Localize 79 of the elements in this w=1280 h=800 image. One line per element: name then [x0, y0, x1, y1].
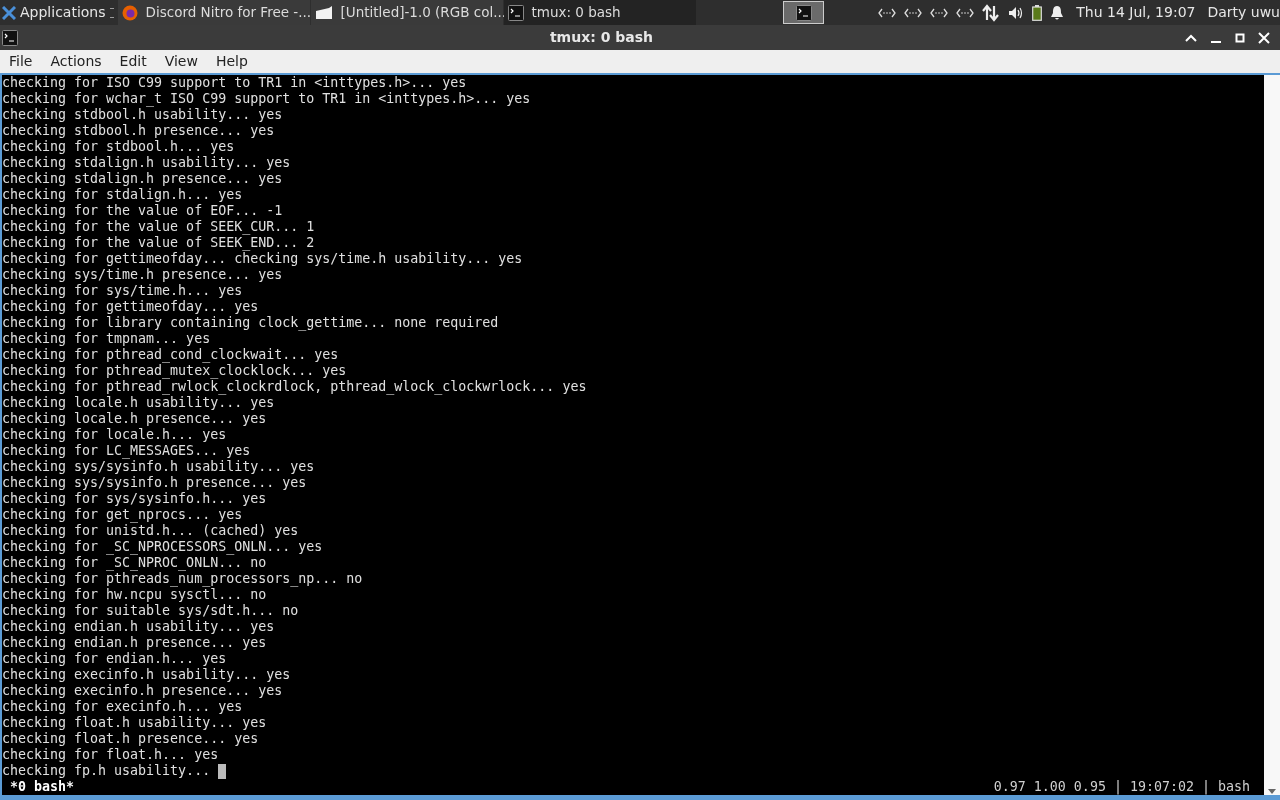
- terminal-line: checking for get_nprocs... yes: [2, 507, 243, 523]
- terminal-line: checking execinfo.h presence... yes: [2, 683, 283, 699]
- terminal-line: checking for pthread_mutex_clocklock... yes: [2, 363, 347, 379]
- terminal-line: checking for the value of EOF... -1: [2, 203, 283, 219]
- menu-item[interactable]: View: [155, 50, 207, 73]
- terminal-line: checking for _SC_NPROC_ONLN... no: [2, 555, 267, 571]
- terminal-line: checking for tmpnam... yes: [2, 331, 211, 347]
- terminal-line: checking endian.h presence... yes: [2, 635, 267, 651]
- transfer-icon: [982, 3, 1001, 22]
- volume-icon: [1008, 5, 1025, 20]
- terminal-line: checking for pthread_cond_clockwait... yes: [2, 347, 339, 363]
- terminal-line: checking for sys/time.h... yes: [2, 283, 243, 299]
- menu-item[interactable]: Help: [206, 50, 257, 73]
- terminal-line: checking for suitable sys/sdt.h... no: [2, 603, 299, 619]
- terminal-line: checking float.h presence... yes: [2, 731, 259, 747]
- terminal-line: checking for hw.ncpu sysctl... no: [2, 587, 267, 603]
- terminal-line: checking for library containing clock_gettime... none required: [2, 315, 499, 331]
- terminal-line: checking for wchar_t ISO C99 support to TR1 in <inttypes.h>... yes: [2, 91, 531, 107]
- terminal-line: checking stdbool.h presence... yes: [2, 123, 275, 139]
- terminal-line: checking for _SC_NPROCESSORS_ONLN... yes: [2, 539, 323, 555]
- user-name[interactable]: Darty uwu: [1207, 2, 1280, 23]
- menu-item[interactable]: Edit: [110, 50, 156, 73]
- app-menu-icon: [2, 5, 16, 20]
- terminal-line: checking sys/sysinfo.h usability... yes: [2, 459, 315, 475]
- network-icon: [930, 7, 949, 18]
- image-editor-icon: [314, 4, 333, 21]
- terminal-line: checking for ISO C99 support to TR1 in <inttypes.h>... yes: [2, 75, 467, 91]
- terminal-line: checking stdalign.h usability... yes: [2, 155, 291, 171]
- terminal-line: checking endian.h usability... yes: [2, 619, 275, 635]
- cursor: [218, 763, 227, 779]
- terminal-line: checking for stdalign.h... yes: [2, 187, 243, 203]
- terminal-line: checking for unistd.h... (cached) yes: [2, 523, 299, 539]
- terminal-line: checking for gettimeofday... yes: [2, 299, 259, 315]
- terminal-line: checking fp.h usability...: [2, 763, 212, 779]
- network-icon: [878, 7, 897, 18]
- taskbar-window-button[interactable]: [Untitled]-1.0 (RGB col...: [310, 0, 503, 25]
- terminal-line: checking for pthread_rwlock_clockrdlock, pthread_wlock_clockwrlock... yes: [2, 379, 587, 395]
- terminal-line: checking execinfo.h usability... yes: [2, 667, 291, 683]
- window-title: tmux: 0 bash: [548, 28, 655, 47]
- terminal-line: checking locale.h presence... yes: [2, 411, 267, 427]
- terminal-line: checking for LC_MESSAGES... yes: [2, 443, 251, 459]
- terminal-line: checking stdalign.h presence... yes: [2, 171, 283, 187]
- battery-icon: [1032, 4, 1043, 21]
- terminal-line: checking sys/sysinfo.h presence... yes: [2, 475, 307, 491]
- terminal-line: checking for stdbool.h... yes: [2, 139, 235, 155]
- browser-icon: [121, 4, 138, 21]
- terminal-line: checking locale.h usability... yes: [2, 395, 275, 411]
- network-icon: [956, 7, 975, 18]
- taskbar-window-button[interactable]: tmux: 0 bash: [503, 0, 696, 25]
- network-icon: [904, 7, 923, 18]
- terminal-line: checking for float.h... yes: [2, 747, 219, 763]
- shade-icon[interactable]: [1185, 33, 1197, 42]
- terminal-line: checking float.h usability... yes: [2, 715, 267, 731]
- close-icon[interactable]: [1258, 31, 1270, 44]
- terminal-line: checking for endian.h... yes: [2, 651, 227, 667]
- menu-item[interactable]: Actions: [41, 50, 111, 73]
- applications-menu[interactable]: Applications: [0, 0, 110, 25]
- terminal-line: checking sys/time.h presence... yes: [2, 267, 283, 283]
- tmux-status: 0.97 1.00 0.95 | 19:07:02 | bash: [993, 779, 1250, 795]
- terminal-line: checking stdbool.h usability... yes: [2, 107, 283, 123]
- clock[interactable]: Thu 14 Jul, 19:07: [1076, 2, 1196, 23]
- terminal-icon: [507, 4, 524, 21]
- terminal-line: checking for the value of SEEK_CUR... 1: [2, 219, 315, 235]
- workspace-switcher[interactable]: [783, 1, 825, 24]
- terminal-icon: [795, 4, 812, 21]
- terminal-line: checking for pthreads_num_processors_np... no: [2, 571, 363, 587]
- terminal-line: checking for execinfo.h... yes: [2, 699, 243, 715]
- terminal-line: checking for gettimeofday... checking sys/time.h usability... yes: [2, 251, 523, 267]
- terminal-icon: [2, 29, 18, 46]
- terminal-line: checking for the value of SEEK_END... 2: [2, 235, 315, 251]
- scrollbar[interactable]: [1264, 75, 1280, 795]
- terminal-line: checking for locale.h... yes: [2, 427, 227, 443]
- menu-item[interactable]: File: [0, 50, 42, 73]
- tmux-window-tab[interactable]: *0 bash*: [10, 779, 75, 795]
- maximize-icon[interactable]: [1235, 32, 1245, 43]
- terminal-line: checking for sys/sysinfo.h... yes: [2, 491, 267, 507]
- notification-bell-icon: [1050, 4, 1065, 21]
- taskbar-window-button[interactable]: Discord Nitro for Free -...: [117, 0, 310, 25]
- scroll-down-icon[interactable]: [1267, 787, 1277, 795]
